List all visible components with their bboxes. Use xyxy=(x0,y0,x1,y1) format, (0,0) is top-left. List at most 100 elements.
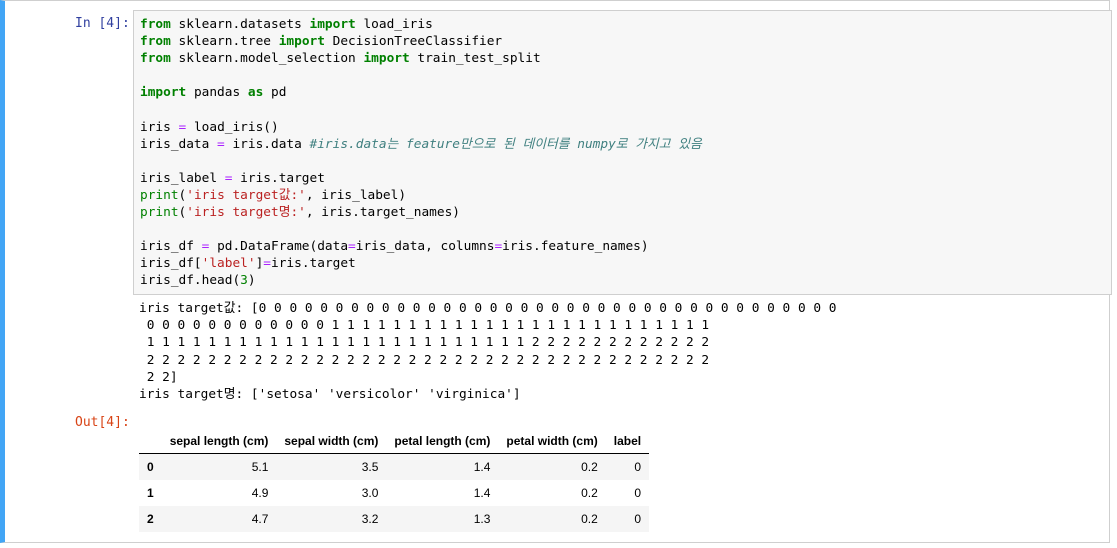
input-prompt: In [4]: xyxy=(75,16,130,31)
code-token: from xyxy=(140,17,171,32)
code-line: import pandas as pd xyxy=(140,84,702,101)
code-token: as xyxy=(247,85,264,101)
code-token: 3 xyxy=(240,273,248,289)
code-token: load_iris xyxy=(355,17,433,32)
code-token: , iris_label) xyxy=(305,187,407,203)
column-header: sepal length (cm) xyxy=(161,429,277,454)
stdout-line: 0 0 0 0 0 0 0 0 0 0 0 0 1 1 1 1 1 1 1 1 … xyxy=(139,318,710,334)
notebook-cell[interactable]: In [4]: from sklearn.datasets import loa… xyxy=(0,0,1112,543)
code-token: import xyxy=(363,51,410,67)
code-line: iris_df.head(3) xyxy=(140,272,702,289)
table-cell: 1.4 xyxy=(473,486,491,500)
code-line: from sklearn.datasets import load_iris xyxy=(140,16,702,33)
dataframe-header: sepal length (cm) sepal width (cm) petal l… xyxy=(139,429,650,454)
table-cell: 0 xyxy=(634,512,642,526)
row-index: 1 xyxy=(147,486,154,500)
table-cell: 0 xyxy=(634,486,642,500)
table-row: 0 5.1 3.5 1.4 0.2 0 xyxy=(139,453,650,480)
code-token: = xyxy=(217,136,225,152)
code-token: iris xyxy=(140,119,179,135)
stdout-line: 2 2 2 2 2 2 2 2 2 2 2 2 2 2 2 2 2 2 2 2 … xyxy=(139,352,710,368)
table-cell: 0.2 xyxy=(581,486,598,500)
code-token: iris.feature_names) xyxy=(502,239,649,255)
table-cell: 1.3 xyxy=(473,512,491,526)
output-prompt: Out[4]: xyxy=(75,415,130,430)
code-token: 'label' xyxy=(201,256,256,272)
code-line: iris_label = iris.target xyxy=(140,170,702,187)
code-token: from xyxy=(140,34,171,50)
code-token: iris_data, columns xyxy=(355,239,495,255)
table-cell: 3.2 xyxy=(361,512,379,526)
code-token: iris_df[ xyxy=(140,256,202,272)
table-cell: 1.4 xyxy=(473,460,491,474)
code-token: DecisionTreeClassifier xyxy=(324,34,503,50)
code-line: iris_df = pd.DataFrame(data=iris_data, c… xyxy=(140,238,702,255)
code-token: = xyxy=(348,239,356,255)
code-token: import xyxy=(278,34,325,50)
column-header: label xyxy=(605,429,650,454)
code-content: from sklearn.datasets import load_iris fr… xyxy=(140,16,702,290)
table-row: 2 4.7 3.2 1.3 0.2 0 xyxy=(139,506,650,532)
code-line: iris_df['label']=iris.target xyxy=(140,255,702,272)
code-token: iris.target xyxy=(232,170,325,186)
stdout-line: 1 1 1 1 1 1 1 1 1 1 1 1 1 1 1 1 1 1 1 1 … xyxy=(139,335,710,351)
code-token: iris_data xyxy=(140,136,218,152)
code-token: import xyxy=(140,85,187,101)
code-token: = xyxy=(263,256,272,272)
table-cell: 0 xyxy=(634,460,642,474)
stdout-line: 2 2] xyxy=(139,369,178,385)
code-token: #iris.data는 feature만으로 된 데이터를 numpy로 가지고… xyxy=(309,136,702,152)
code-line: from sklearn.model_selection import trai… xyxy=(140,50,702,67)
code-token: print xyxy=(140,205,179,221)
code-token: sklearn.tree xyxy=(170,34,279,50)
code-token: iris_df xyxy=(140,239,202,255)
column-header: petal length (cm) xyxy=(386,429,499,454)
code-token: 'iris target값:' xyxy=(186,187,306,203)
column-header: petal width (cm) xyxy=(498,429,606,454)
dataframe-body: 0 5.1 3.5 1.4 0.2 0 1 4.9 3.0 1.4 0.2 0 2 4.7 3.2 1.3 0.… xyxy=(139,453,650,532)
code-token: iris.target xyxy=(271,256,356,272)
table-cell: 3.0 xyxy=(361,486,379,500)
code-token: ) xyxy=(247,273,256,289)
code-token: iris_label xyxy=(140,170,225,186)
code-token: sklearn.model_selection xyxy=(170,51,364,67)
index-header xyxy=(139,429,162,454)
table-row: 1 4.9 3.0 1.4 0.2 0 xyxy=(139,480,649,506)
header-row: sepal length (cm) sepal width (cm) petal l… xyxy=(139,429,650,454)
code-token: iris.data xyxy=(224,136,310,152)
code-token: , iris.target_names) xyxy=(305,205,460,221)
code-line: iris = load_iris() xyxy=(140,119,702,136)
table-cell: 0.2 xyxy=(581,460,598,474)
code-line: print('iris target값:', iris_label) xyxy=(140,187,702,204)
code-line: print('iris target명:', iris.target_names… xyxy=(140,204,702,221)
code-token: load_iris() xyxy=(186,119,279,135)
table-cell: 3.5 xyxy=(361,460,379,474)
row-index: 2 xyxy=(147,512,154,526)
code-token: pandas xyxy=(186,85,248,101)
table-cell: 5.1 xyxy=(251,460,269,474)
column-header: sepal width (cm) xyxy=(276,429,387,454)
code-editor[interactable]: from sklearn.datasets import load_iris fr… xyxy=(133,10,1112,295)
table-cell: 4.9 xyxy=(251,486,269,500)
code-line: iris_data = iris.data #iris.data는 featur… xyxy=(140,136,702,153)
dataframe-table: sepal length (cm) sepal width (cm) petal l… xyxy=(139,429,650,532)
table-cell: 4.7 xyxy=(251,512,269,526)
table-cell: 0.2 xyxy=(581,512,598,526)
code-line: from sklearn.tree import DecisionTreeCla… xyxy=(140,33,702,50)
code-token: print xyxy=(140,187,179,203)
stdout-line: iris target명: ['setosa' 'versicolor' 'vi… xyxy=(139,386,521,402)
code-token: train_test_split xyxy=(409,51,541,67)
code-token: import xyxy=(309,17,356,32)
code-token: from xyxy=(140,51,171,67)
code-token: pd xyxy=(263,85,287,101)
stdout-line: iris target값: [0 0 0 0 0 0 0 0 0 0 0 0 0… xyxy=(139,301,837,316)
code-token: iris_df.head( xyxy=(140,273,241,289)
row-index: 0 xyxy=(147,460,154,474)
code-token: sklearn.datasets xyxy=(170,17,310,32)
stdout-output: iris target값: [0 0 0 0 0 0 0 0 0 0 0 0 0… xyxy=(139,300,836,403)
code-token: pd.DataFrame(data xyxy=(209,239,349,255)
